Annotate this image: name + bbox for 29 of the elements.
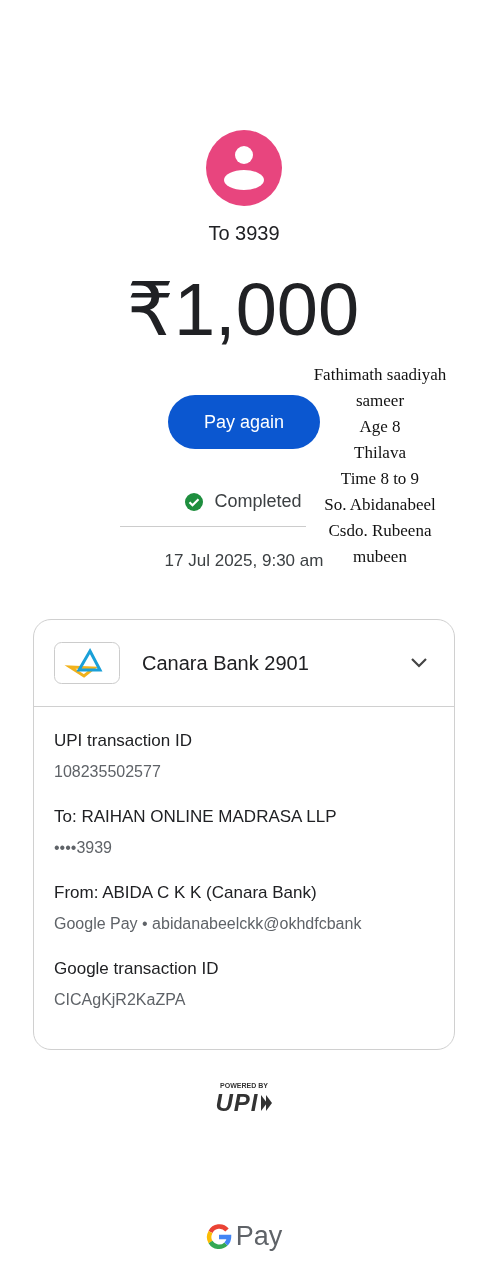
date-time: 17 Jul 2025, 9:30 am [164, 551, 324, 571]
detail-value: CICAgKjR2KaZPA [54, 991, 187, 1009]
note-line: So. Abidanabeel [324, 494, 436, 516]
bank-logo-icon [54, 642, 120, 684]
detail-label: Google transaction ID [54, 959, 220, 979]
g-logo-icon [205, 1223, 232, 1250]
note-line: Thilava [354, 442, 406, 464]
pay-again-button[interactable]: Pay again [168, 395, 320, 449]
avatar-icon [206, 130, 282, 206]
upi-logo-text: UPI [215, 1089, 259, 1117]
note-line: Age 8 [359, 416, 401, 438]
detail-value: 108235502577 [54, 763, 162, 781]
chevron-icon[interactable] [410, 657, 428, 669]
detail-label: To: RAIHAN ONLINE MADRASA LLP [54, 807, 338, 827]
detail-value: Google Pay • abidanabeelckk@okhdfcbank [54, 915, 363, 933]
note-line: sameer [355, 390, 405, 412]
note-line: Csdo. Rubeena [328, 520, 432, 542]
status-label: Completed [214, 491, 302, 512]
recipient-label: To 3939 [208, 222, 280, 245]
brand-name: Pay [235, 1221, 283, 1252]
upi-arrow-icon [260, 1095, 273, 1111]
detail-label: From: ABIDA C K K (Canara Bank) [54, 883, 318, 903]
note-line: Fathimath saadiyah [313, 364, 447, 386]
bank-account-name: Canara Bank 2901 [142, 651, 310, 675]
note-line: mubeen [353, 546, 407, 568]
note-line: Time 8 to 9 [340, 468, 420, 490]
amount: ₹1,000 [126, 267, 360, 353]
detail-value: ••••3939 [54, 839, 113, 857]
detail-label: UPI transaction ID [54, 731, 193, 751]
